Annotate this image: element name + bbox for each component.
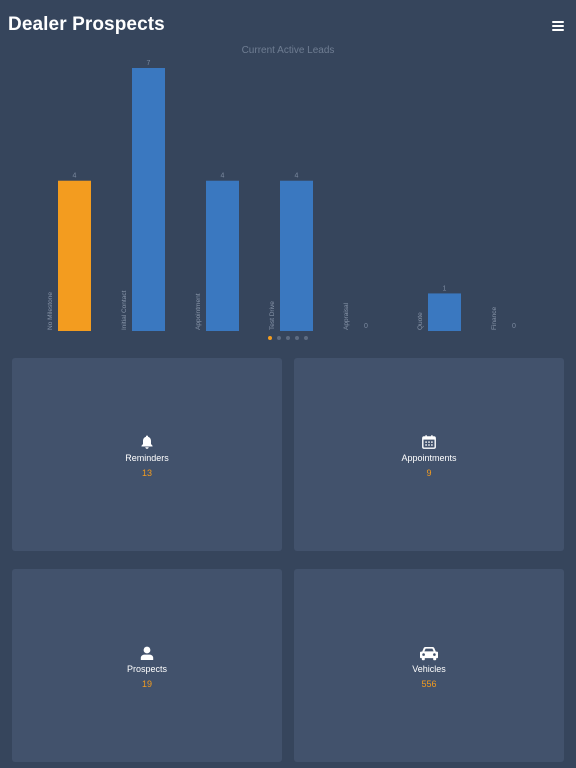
chart-bar (280, 180, 313, 331)
chart-bar (58, 180, 91, 331)
reminders-tile[interactable]: Reminders 13 (12, 358, 282, 551)
bar-category-label: Appointment (195, 293, 202, 330)
chart-bar (132, 68, 165, 331)
page-dot[interactable] (304, 336, 308, 340)
page-dot[interactable] (295, 336, 299, 340)
active-leads-chart: Current Active Leads 4 No Milestone 7 Initi… (0, 40, 576, 340)
bar-value-label: 0 (364, 323, 368, 330)
bell-icon (141, 435, 153, 449)
calendar-icon (422, 435, 436, 449)
hamburger-line (552, 21, 564, 23)
tile-label: Vehicles (412, 664, 446, 674)
tile-label: Prospects (126, 664, 168, 674)
person-icon (140, 646, 154, 660)
bar-category-label: Finance (491, 306, 498, 330)
tile-count: 13 (141, 468, 152, 478)
bar-value-label: 1 (443, 285, 447, 292)
chart-bar (428, 293, 461, 331)
hamburger-line (552, 29, 564, 31)
leads-bar-chart: 4 No Milestone 7 Initial Contact 4 Appointmen… (47, 60, 516, 331)
chart-page-indicator (0, 336, 576, 344)
page-dot[interactable] (286, 336, 290, 340)
vehicles-tile[interactable]: Vehicles 556 (294, 569, 564, 762)
hamburger-menu-button[interactable] (550, 18, 566, 32)
bar-value-label: 7 (147, 60, 151, 67)
car-icon (420, 647, 438, 661)
bar-category-label: Initial Contact (121, 290, 128, 330)
bar-category-label: Quote (417, 312, 424, 330)
tile-label: Appointments (401, 453, 457, 463)
bar-value-label: 4 (221, 173, 225, 180)
bar-value-label: 0 (512, 323, 516, 330)
prospects-tile[interactable]: Prospects 19 (12, 569, 282, 762)
page-title: Dealer Prospects (8, 14, 165, 35)
bar-category-label: No Milestone (47, 292, 54, 330)
bar-category-label: Appraisal (343, 302, 350, 330)
page-dot[interactable] (277, 336, 281, 340)
tile-count: 556 (421, 679, 437, 689)
page-dot[interactable] (268, 336, 272, 340)
bar-value-label: 4 (295, 173, 299, 180)
bar-category-label: Test Drive (269, 301, 276, 330)
tile-label: Reminders (125, 453, 169, 463)
appointments-tile[interactable]: Appointments 9 (294, 358, 564, 551)
tile-count: 19 (141, 679, 152, 689)
bar-value-label: 4 (73, 173, 77, 180)
tile-count: 9 (426, 468, 432, 478)
hamburger-line (552, 25, 564, 27)
chart-bar (206, 180, 239, 331)
